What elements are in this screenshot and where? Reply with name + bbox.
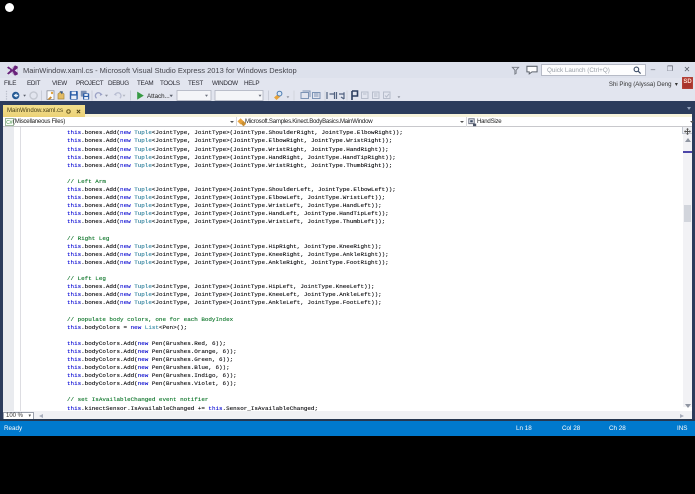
svg-text:C#: C# bbox=[6, 120, 13, 126]
svg-text:Attach...: Attach... bbox=[147, 93, 170, 100]
